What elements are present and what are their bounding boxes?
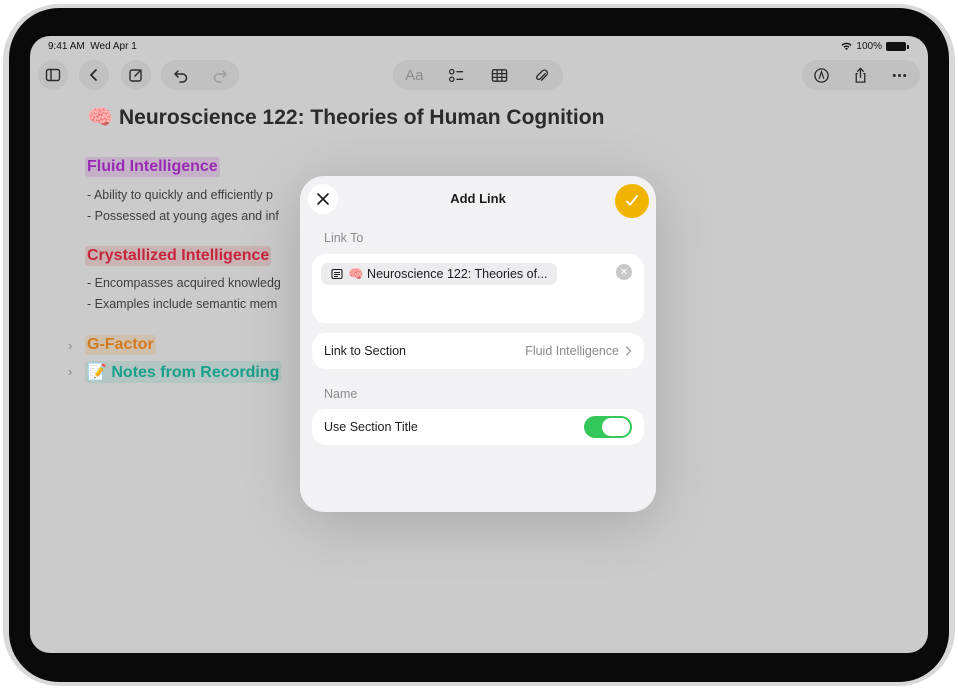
undo-redo-group: [161, 60, 239, 90]
attachment-button[interactable]: [521, 60, 564, 90]
redo-icon: [213, 70, 227, 83]
format-text-icon: Aa: [405, 66, 424, 84]
battery-icon: [886, 42, 909, 51]
note-icon: [331, 268, 343, 280]
link-to-section-value-wrap: Fluid Intelligence: [525, 344, 632, 358]
undo-button[interactable]: [161, 67, 200, 83]
clear-link-button[interactable]: ✕: [616, 264, 632, 280]
dialog-title: Add Link: [450, 191, 506, 206]
ellipsis-icon: [892, 73, 907, 77]
use-section-title-toggle[interactable]: [584, 416, 632, 438]
format-toolbar: Aa: [393, 60, 563, 90]
link-to-section-label: Link to Section: [324, 344, 406, 358]
new-note-button[interactable]: [121, 60, 151, 90]
right-toolbar: [802, 60, 920, 90]
table-button[interactable]: [478, 60, 521, 90]
heading-notes-from-recording[interactable]: 📝 Notes from Recording: [85, 361, 282, 383]
checklist-button[interactable]: [436, 60, 479, 90]
name-label: Name: [324, 387, 358, 401]
chevron-right-icon: [625, 346, 632, 356]
expand-chevron-icon[interactable]: ›: [68, 338, 72, 353]
link-to-label: Link To: [324, 231, 364, 245]
back-button[interactable]: [79, 60, 109, 90]
heading-fluid-intelligence[interactable]: Fluid Intelligence: [85, 157, 220, 177]
add-link-dialog: Add Link Link To 🧠 Neuroscience 122: The…: [300, 176, 656, 512]
checklist-icon: [449, 68, 464, 82]
compose-icon: [129, 69, 142, 82]
toggle-knob: [602, 418, 630, 436]
heading-crystallized-intelligence[interactable]: Crystallized Intelligence: [85, 246, 272, 266]
use-section-title-row: Use Section Title: [312, 409, 644, 445]
link-to-section-row[interactable]: Link to Section Fluid Intelligence: [312, 333, 644, 369]
more-button[interactable]: [880, 60, 919, 90]
battery-percent: 100%: [856, 41, 882, 52]
bullet-line[interactable]: - Examples include semantic mem: [87, 297, 277, 311]
share-icon: [855, 66, 866, 83]
checkmark-icon: [626, 195, 638, 206]
use-section-title-content: Use Section Title: [324, 416, 632, 438]
clear-icon: ✕: [619, 266, 629, 278]
redo-button[interactable]: [200, 67, 239, 83]
status-right: 100%: [841, 41, 909, 52]
chevron-left-icon: [90, 69, 97, 81]
table-icon: [491, 68, 507, 82]
link-to-field[interactable]: 🧠 Neuroscience 122: Theories of... ✕: [312, 254, 644, 323]
use-section-title-label: Use Section Title: [324, 420, 418, 434]
status-bar: 9:41 AM Wed Apr 1 100%: [30, 40, 928, 54]
markup-pen-icon: [814, 67, 829, 83]
bullet-line[interactable]: - Possessed at young ages and inf: [87, 209, 279, 223]
heading-g-factor[interactable]: G-Factor: [85, 335, 156, 355]
sidebar-icon: [45, 68, 61, 82]
sidebar-toggle-button[interactable]: [38, 60, 68, 90]
confirm-button[interactable]: [615, 184, 649, 218]
bullet-line[interactable]: - Ability to quickly and efficiently p: [87, 188, 273, 202]
note-title[interactable]: 🧠 Neuroscience 122: Theories of Human Co…: [87, 106, 604, 130]
linked-note-chip[interactable]: 🧠 Neuroscience 122: Theories of...: [321, 263, 558, 285]
paperclip-icon: [536, 68, 549, 81]
status-time: 9:41 AM Wed Apr 1: [48, 41, 137, 52]
linked-note-title: 🧠 Neuroscience 122: Theories of...: [348, 266, 548, 281]
wifi-icon: [841, 42, 852, 51]
undo-icon: [173, 70, 187, 83]
link-to-section-content: Link to Section Fluid Intelligence: [324, 344, 632, 358]
expand-chevron-icon[interactable]: ›: [68, 364, 72, 379]
share-button[interactable]: [841, 60, 880, 90]
markup-button[interactable]: [802, 60, 841, 90]
link-to-section-value: Fluid Intelligence: [525, 344, 619, 358]
bullet-line[interactable]: - Encompasses acquired knowledg: [87, 276, 281, 290]
format-text-button[interactable]: Aa: [393, 60, 436, 90]
screen: 9:41 AM Wed Apr 1 100% Aa 🧠 Neuroscience…: [30, 36, 928, 653]
